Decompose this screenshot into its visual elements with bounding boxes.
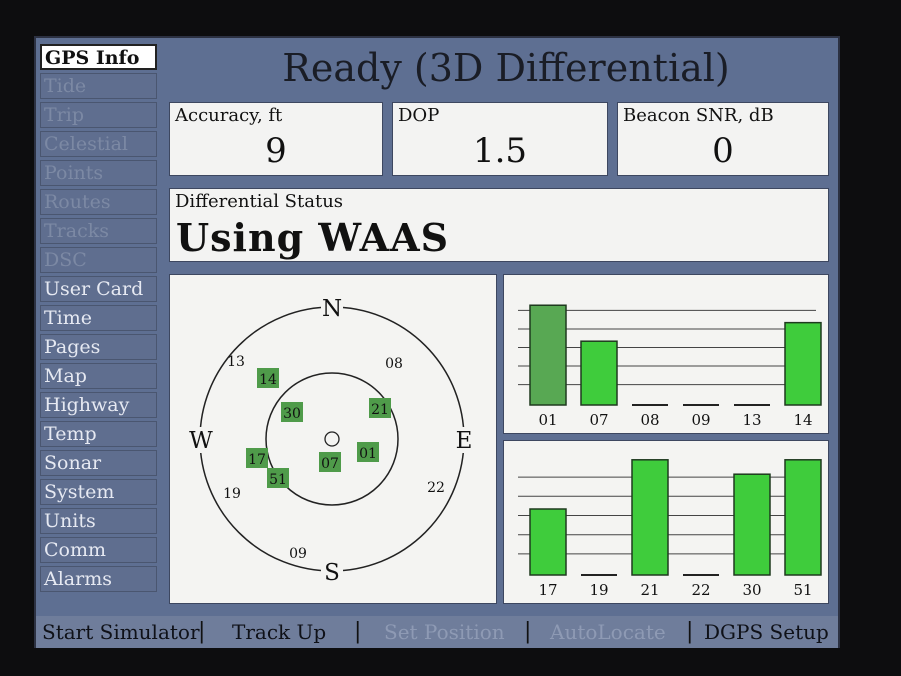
tab-pages[interactable]: Pages — [40, 334, 157, 360]
tab-time[interactable]: Time — [40, 305, 157, 331]
signal-bar-30 — [733, 473, 771, 576]
signal-bar-14 — [784, 321, 822, 406]
signal-bar-51 — [784, 459, 822, 576]
signal-bar-21 — [631, 459, 669, 576]
signal-label-30: 30 — [742, 581, 761, 599]
satellite-layer: 13 14 08 30 21 17 07 01 51 19 22 09 — [223, 354, 445, 562]
softkey-divider: | — [686, 619, 694, 644]
tab-gps-info[interactable]: GPS Info — [40, 44, 157, 70]
beacon-value: 0 — [712, 131, 734, 171]
satellite-id-19: 19 — [223, 486, 241, 502]
tab-temp[interactable]: Temp — [40, 421, 157, 447]
softkey-divider: | — [198, 619, 206, 644]
tab-user-card[interactable]: User Card — [40, 276, 157, 302]
signal-label-01: 01 — [538, 411, 557, 429]
tab-routes[interactable]: Routes — [40, 189, 157, 215]
dop-label: DOP — [398, 105, 440, 126]
tab-map[interactable]: Map — [40, 363, 157, 389]
accuracy-panel: Accuracy, ft 9 — [169, 102, 383, 176]
differential-label: Differential Status — [175, 191, 344, 212]
compass-west: W — [189, 428, 213, 454]
signal-bars-bottom: 17 19 21 22 30 51 — [518, 459, 822, 599]
satellite-id-51: 51 — [269, 472, 287, 488]
autolocate-button[interactable]: AutoLocate — [550, 616, 666, 648]
beacon-label: Beacon SNR, dB — [623, 105, 774, 126]
differential-panel: Differential Status Using WAAS — [169, 188, 829, 262]
tab-trip[interactable]: Trip — [40, 102, 157, 128]
signal-bar-17 — [529, 508, 567, 576]
page-title: Ready (3D Differential) — [282, 46, 730, 90]
satellite-id-14: 14 — [259, 372, 277, 388]
compass-north: N — [322, 296, 342, 322]
softkey-divider: | — [524, 619, 532, 644]
tab-points[interactable]: Points — [40, 160, 157, 186]
accuracy-value: 9 — [265, 131, 287, 171]
tab-comm[interactable]: Comm — [40, 537, 157, 563]
dop-value: 1.5 — [472, 131, 528, 171]
sky-view-panel: N S W E 13 14 08 30 21 17 07 01 51 19 22 09 — [169, 274, 497, 604]
gps-screen: GPS Info Tide Trip Celestial Points Rout… — [34, 36, 840, 648]
signal-bar-01 — [529, 304, 567, 406]
satellite-id-01: 01 — [359, 446, 377, 462]
tab-dsc[interactable]: DSC — [40, 247, 157, 273]
tab-system[interactable]: System — [40, 479, 157, 505]
tab-alarms[interactable]: Alarms — [40, 566, 157, 592]
signal-label-09: 09 — [691, 411, 710, 429]
tab-highway[interactable]: Highway — [40, 392, 157, 418]
satellite-id-08: 08 — [385, 356, 403, 372]
signal-strength-top: 01 07 08 09 13 14 — [503, 274, 829, 434]
signal-label-14: 14 — [793, 411, 812, 429]
accuracy-label: Accuracy, ft — [175, 105, 283, 126]
signal-bars-top: 01 07 08 09 13 14 — [518, 304, 822, 429]
differential-value: Using WAAS — [176, 215, 450, 260]
tab-tide[interactable]: Tide — [40, 73, 157, 99]
softkey-divider: | — [354, 619, 362, 644]
zenith-marker — [324, 431, 340, 447]
signal-label-19: 19 — [589, 581, 608, 599]
compass-east: E — [456, 428, 473, 454]
tab-celestial[interactable]: Celestial — [40, 131, 157, 157]
satellite-id-07: 07 — [321, 456, 339, 472]
satellite-id-17: 17 — [248, 452, 266, 468]
satellite-id-21: 21 — [371, 402, 389, 418]
tab-sonar[interactable]: Sonar — [40, 450, 157, 476]
satellite-id-09: 09 — [289, 546, 307, 562]
satellite-id-30: 30 — [283, 406, 301, 422]
set-position-button[interactable]: Set Position — [384, 616, 505, 648]
tab-units[interactable]: Units — [40, 508, 157, 534]
dgps-setup-button[interactable]: DGPS Setup — [704, 616, 829, 648]
signal-label-08: 08 — [640, 411, 659, 429]
signal-label-17: 17 — [538, 581, 557, 599]
signal-label-07: 07 — [589, 411, 608, 429]
satellite-id-13: 13 — [227, 354, 245, 370]
signal-label-51: 51 — [793, 581, 812, 599]
satellite-id-22: 22 — [427, 480, 445, 496]
softkey-bar: Start Simulator | Track Up | Set Positio… — [36, 616, 838, 648]
track-up-button[interactable]: Track Up — [232, 616, 326, 648]
signal-label-21: 21 — [640, 581, 659, 599]
outer-elevation-ring — [199, 306, 465, 572]
signal-strength-bottom: 17 19 21 22 30 51 — [503, 440, 829, 604]
beacon-panel: Beacon SNR, dB 0 — [617, 102, 829, 176]
sky-view: N S W E 13 14 08 30 21 17 07 01 51 19 22 09 — [188, 295, 476, 586]
start-simulator-button[interactable]: Start Simulator — [42, 616, 200, 648]
tab-tracks[interactable]: Tracks — [40, 218, 157, 244]
dop-panel: DOP 1.5 — [392, 102, 608, 176]
signal-label-13: 13 — [742, 411, 761, 429]
signal-label-22: 22 — [691, 581, 710, 599]
compass-south: S — [324, 560, 340, 586]
signal-bar-07 — [580, 340, 618, 406]
